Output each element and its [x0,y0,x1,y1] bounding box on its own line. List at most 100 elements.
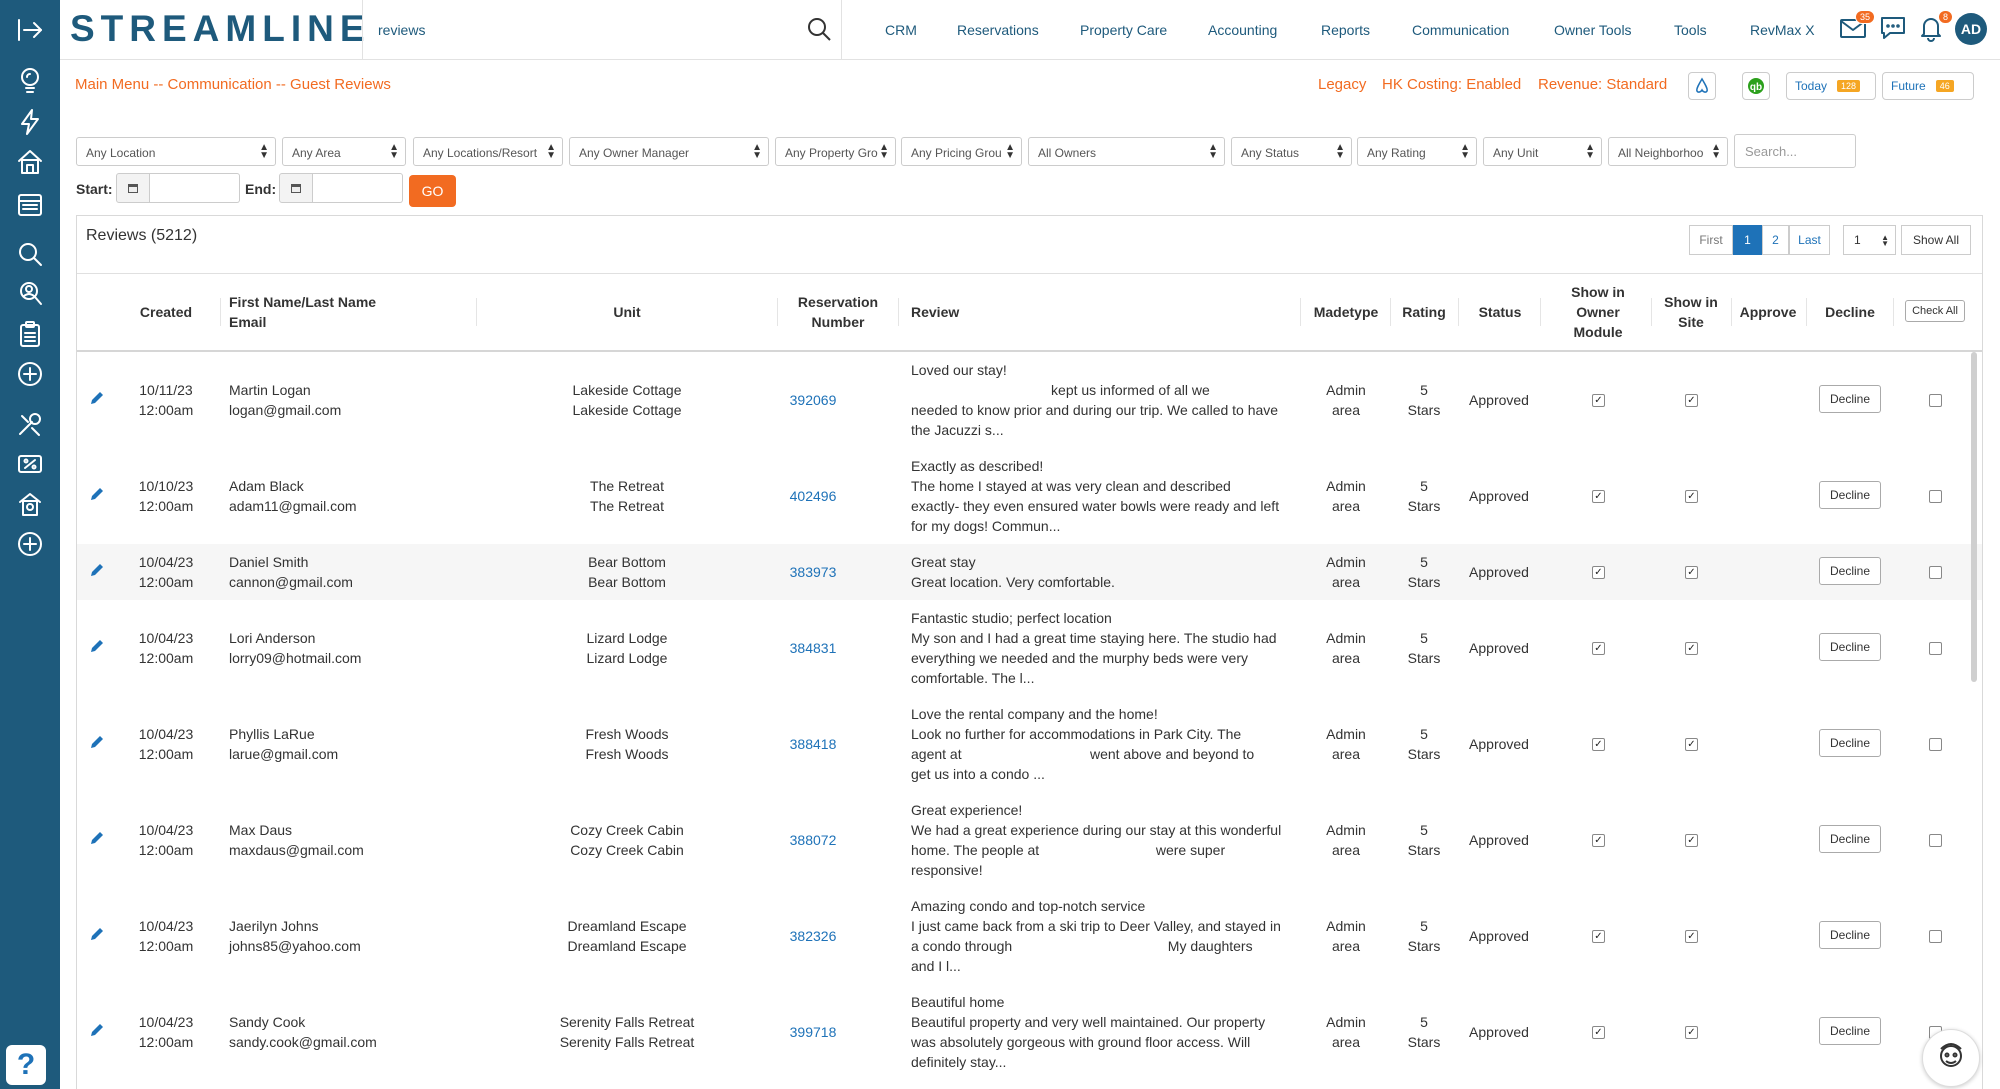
edit-pencil-icon[interactable] [89,734,105,750]
page-first-button[interactable]: First [1689,225,1733,255]
review-text[interactable]: Fantastic studio; perfect location My son… [911,608,1301,688]
tools-icon[interactable] [12,406,48,442]
filter-rating[interactable]: Any Rating ▲ ▼ [1357,137,1477,166]
decline-button[interactable]: Decline [1819,1017,1881,1045]
row-select-checkbox[interactable] [1929,642,1942,655]
show-site-checkbox[interactable]: ✓ [1685,930,1698,943]
edit-pencil-icon[interactable] [89,926,105,942]
start-date-input[interactable] [150,173,240,203]
scrollbar[interactable] [1971,352,1977,682]
guest-email[interactable]: maxdaus@gmail.com [229,840,469,860]
reservation-link[interactable]: 383973 [778,562,848,582]
nav-reports[interactable]: Reports [1321,22,1370,38]
page-last-button[interactable]: Last [1789,225,1830,255]
col-reservation[interactable]: Reservation Number [788,292,888,332]
filter-status[interactable]: Any Status ▲ ▼ [1231,137,1352,166]
nav-reservations[interactable]: Reservations [957,22,1039,38]
col-unit[interactable]: Unit [577,302,677,322]
home-icon[interactable] [12,144,48,180]
end-calendar-icon[interactable] [279,173,313,203]
col-show-owner[interactable]: Show in Owner Module [1552,282,1644,342]
edit-pencil-icon[interactable] [89,1022,105,1038]
property-icon[interactable] [12,486,48,522]
filter-owner-manager[interactable]: Any Owner Manager ▲ ▼ [569,137,769,166]
filter-owners[interactable]: All Owners ▲ ▼ [1028,137,1225,166]
show-owner-checkbox[interactable]: ✓ [1592,566,1605,579]
show-owner-checkbox[interactable]: ✓ [1592,490,1605,503]
search-sidebar-icon[interactable] [12,236,48,272]
reservation-link[interactable]: 382326 [778,926,848,946]
guest-email[interactable]: logan@gmail.com [229,400,469,420]
go-button[interactable]: GO [409,175,456,207]
filter-pricing-group[interactable]: Any Pricing Grou ▲ ▼ [901,137,1022,166]
page-1-button[interactable]: 1 [1733,225,1762,255]
nav-crm[interactable]: CRM [885,22,917,38]
reservation-link[interactable]: 388072 [778,830,848,850]
guest-email[interactable]: lorry09@hotmail.com [229,648,469,668]
col-created[interactable]: Created [126,302,206,322]
guest-email[interactable]: johns85@yahoo.com [229,936,469,956]
breadcrumb[interactable]: Main Menu -- Communication -- Guest Revi… [75,76,391,93]
hk-costing-link[interactable]: HK Costing: Enabled [1382,76,1521,93]
edit-pencil-icon[interactable] [89,830,105,846]
edit-pencil-icon[interactable] [89,638,105,654]
show-owner-checkbox[interactable]: ✓ [1592,738,1605,751]
nav-communication[interactable]: Communication [1412,22,1509,38]
search-icon[interactable] [806,16,832,42]
row-select-checkbox[interactable] [1929,490,1942,503]
help-button[interactable]: ? [6,1045,46,1085]
show-site-checkbox[interactable]: ✓ [1685,738,1698,751]
show-owner-checkbox[interactable]: ✓ [1592,930,1605,943]
decline-button[interactable]: Decline [1819,481,1881,509]
nav-accounting[interactable]: Accounting [1208,22,1277,38]
col-decline[interactable]: Decline [1810,302,1890,322]
nav-tools[interactable]: Tools [1674,22,1707,38]
nav-property-care[interactable]: Property Care [1080,22,1167,38]
people-search-icon[interactable] [12,276,48,312]
review-text[interactable]: Great experience! We had a great experien… [911,800,1301,880]
reservation-link[interactable]: 402496 [778,486,848,506]
row-select-checkbox[interactable] [1929,930,1942,943]
avatar[interactable]: AD [1955,13,1987,45]
show-owner-checkbox[interactable]: ✓ [1592,1026,1605,1039]
decline-button[interactable]: Decline [1819,633,1881,661]
filter-property-group[interactable]: Any Property Gro ▲ ▼ [775,137,896,166]
add-circle-icon-2[interactable] [12,526,48,562]
guest-email[interactable]: cannon@gmail.com [229,572,469,592]
col-approve[interactable]: Approve [1732,302,1804,322]
row-select-checkbox[interactable] [1929,394,1942,407]
filter-location[interactable]: Any Location ▲ ▼ [76,137,276,166]
edit-pencil-icon[interactable] [89,562,105,578]
filter-unit[interactable]: Any Unit ▲ ▼ [1483,137,1602,166]
filter-neighborhood[interactable]: All Neighborhoo ▲ ▼ [1608,137,1728,166]
reservation-link[interactable]: 399718 [778,1022,848,1042]
nav-revmax[interactable]: RevMax X [1750,22,1815,38]
row-select-checkbox[interactable] [1929,566,1942,579]
reservation-link[interactable]: 388418 [778,734,848,754]
show-site-checkbox[interactable]: ✓ [1685,566,1698,579]
app-logo[interactable]: STREAMLINE [70,8,371,50]
show-owner-checkbox[interactable]: ✓ [1592,394,1605,407]
review-text[interactable]: Exactly as described! The home I stayed a… [911,456,1301,536]
col-status[interactable]: Status [1462,302,1538,322]
edit-pencil-icon[interactable] [89,486,105,502]
review-text[interactable]: Amazing condo and top-notch service I jus… [911,896,1301,976]
support-chat-button[interactable] [1922,1029,1980,1087]
add-circle-icon[interactable] [12,356,48,392]
show-site-checkbox[interactable]: ✓ [1685,490,1698,503]
per-page-select[interactable]: 1 ▲ ▼ [1843,225,1896,255]
future-button[interactable]: Future 46 [1882,72,1974,100]
filter-locations-resort[interactable]: Any Locations/Resort ▲ ▼ [413,137,563,166]
bell-icon[interactable]: 8 [1917,10,1953,44]
airbnb-icon[interactable] [1688,72,1716,100]
row-select-checkbox[interactable] [1929,834,1942,847]
col-rating[interactable]: Rating [1395,302,1453,322]
row-select-checkbox[interactable] [1929,738,1942,751]
guest-email[interactable]: larue@gmail.com [229,744,469,764]
chat-icon[interactable] [1879,14,1909,44]
review-text[interactable]: Great stay Great location. Very comfortab… [911,552,1301,592]
review-text[interactable]: Love the rental company and the home! Loo… [911,704,1301,784]
col-review[interactable]: Review [911,302,1011,322]
show-owner-checkbox[interactable]: ✓ [1592,834,1605,847]
col-name[interactable]: First Name/Last Name Email [229,292,409,332]
